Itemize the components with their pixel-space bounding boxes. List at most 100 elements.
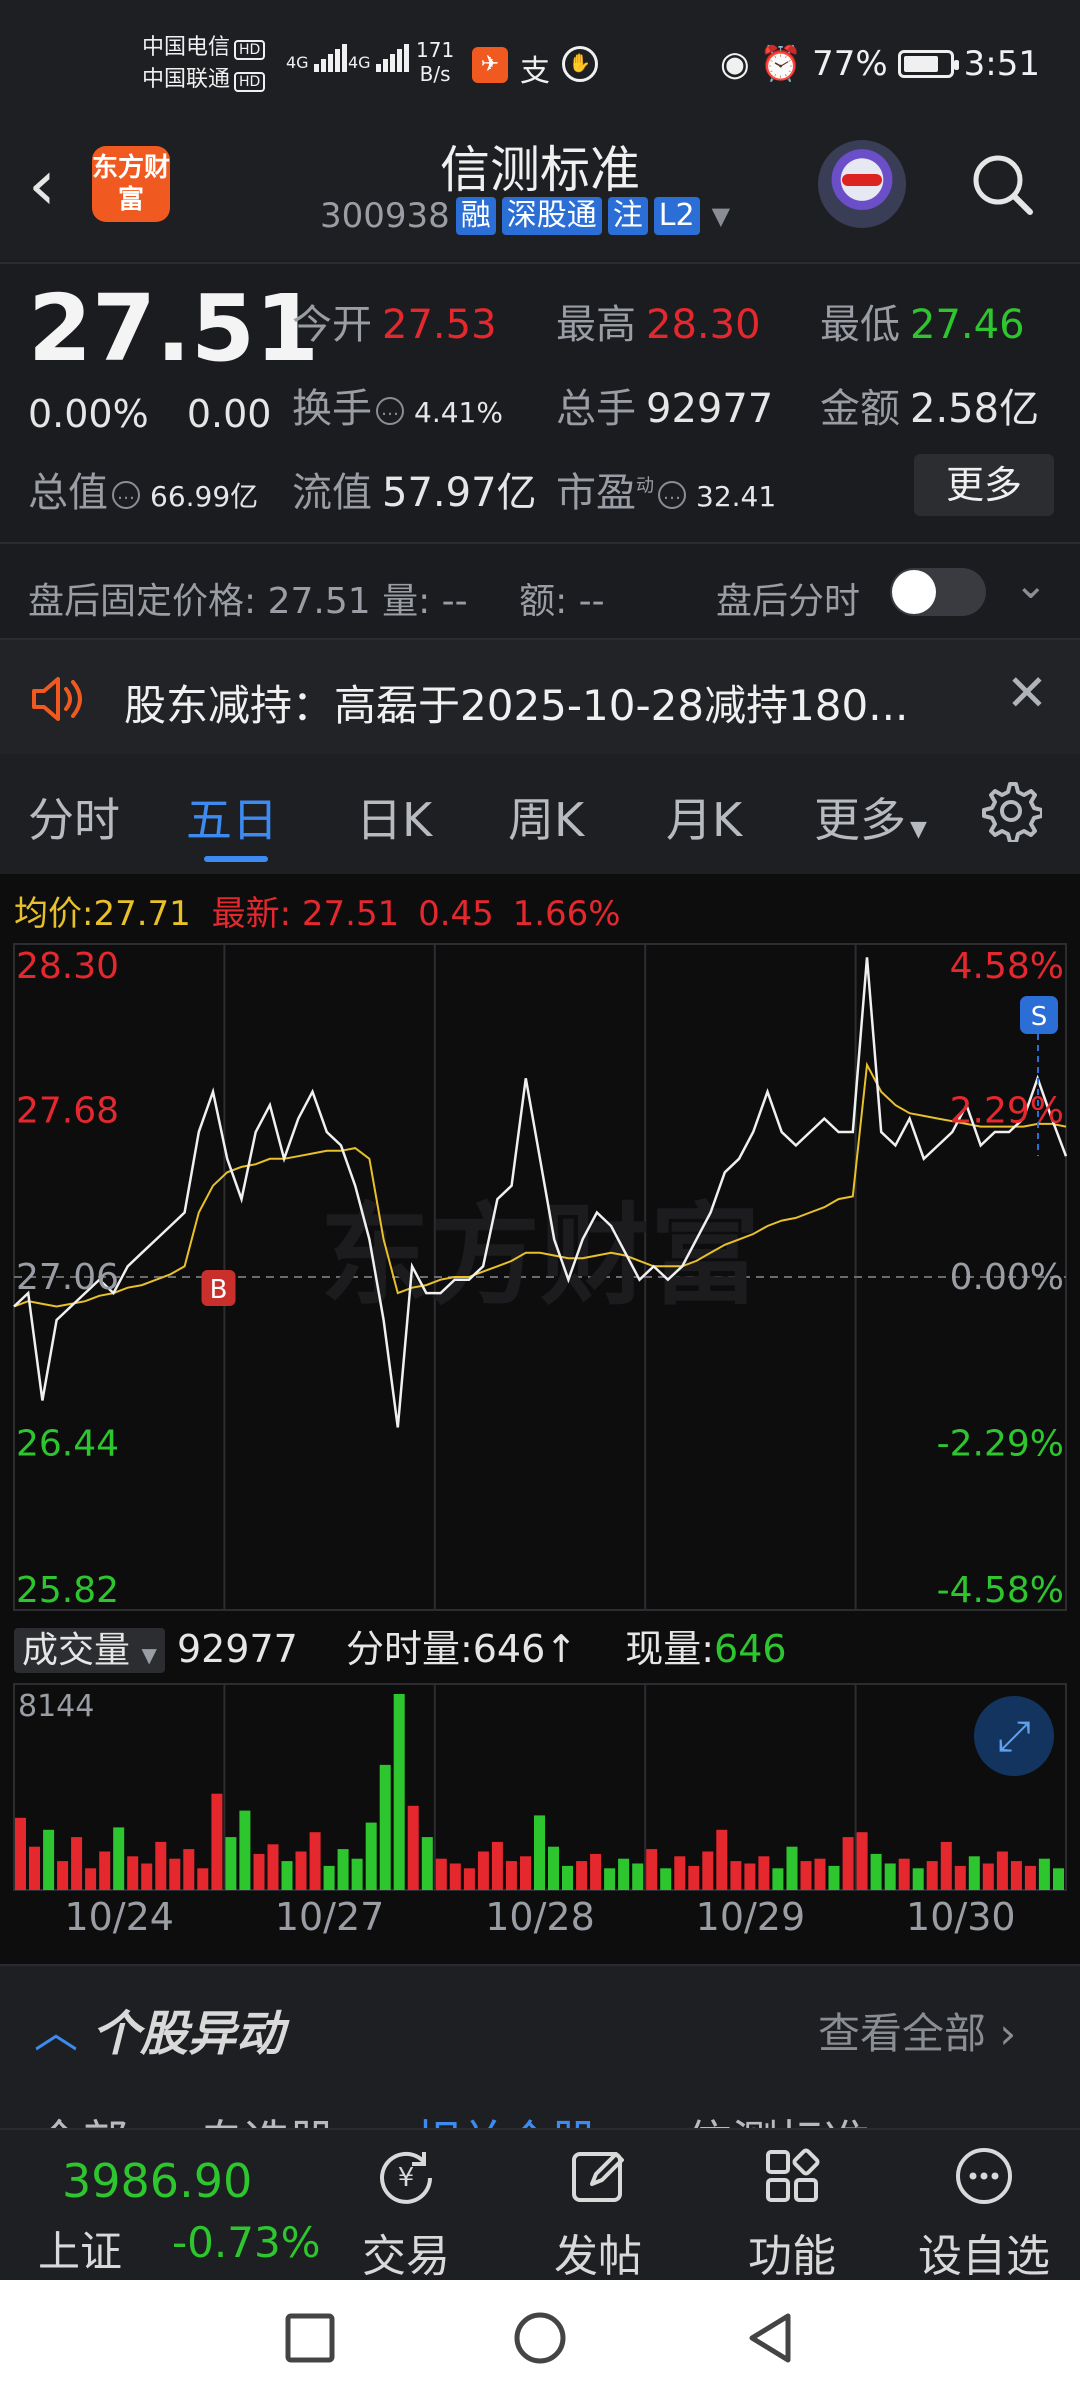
volume-bar <box>169 1858 181 1890</box>
index-change[interactable]: -0.73% <box>172 2218 321 2267</box>
tab-monthly-k[interactable]: 月K <box>666 784 742 850</box>
signal-icon: 4G <box>286 44 349 72</box>
volume-bar <box>197 1868 209 1890</box>
nav-trade[interactable]: ¥ 交易 <box>336 2144 476 2284</box>
info-icon[interactable]: … <box>376 397 404 425</box>
buy-marker-label: B <box>210 1275 228 1305</box>
volume-bar <box>996 1851 1008 1890</box>
index-value[interactable]: 3986.90 <box>62 2154 252 2208</box>
status-right: ◉ ⏰ 77% 3:51 <box>720 44 1040 84</box>
volume-total: 92977 <box>176 1627 298 1671</box>
edit-icon <box>572 2152 624 2202</box>
volume-bar <box>688 1865 700 1890</box>
stock-meta[interactable]: 300938 融 深股通 注 L2 ▼ <box>320 196 730 236</box>
y-axis-label-right: -4.58% <box>937 1570 1064 1611</box>
speaker-icon <box>32 677 82 721</box>
chart-period-tabs: 分时 五日 日K 周K 月K 更多 ▼ <box>0 754 1080 874</box>
volume-bar <box>954 1865 966 1890</box>
volume-bar <box>127 1856 139 1890</box>
tab-more[interactable]: 更多 ▼ <box>814 784 927 850</box>
volume-bar <box>926 1861 938 1890</box>
nav-add-watchlist[interactable]: 设自选 <box>914 2144 1054 2284</box>
volume-bar <box>435 1858 447 1890</box>
info-icon[interactable]: … <box>658 481 686 509</box>
movers-subtabs: 全部 自选股 相关个股 信测标准 <box>0 2076 1080 2128</box>
carrier-info: 中国电信 HD 中国联通 HD <box>142 32 266 96</box>
nav-functions[interactable]: 功能 <box>722 2144 862 2284</box>
tab-five-day[interactable]: 五日 <box>186 784 278 850</box>
y-axis-label-right: 0.00% <box>950 1257 1064 1298</box>
volume-bar <box>155 1841 167 1890</box>
tag-connect: 深股通 <box>501 197 602 235</box>
stock-movers-header[interactable]: ︿ 个股异动 查看全部 › <box>0 1964 1080 2076</box>
volume-bar <box>421 1837 433 1890</box>
volume-bar <box>772 1868 784 1890</box>
volume-bar <box>758 1856 770 1890</box>
tab-daily-k[interactable]: 日K <box>356 784 432 850</box>
hand-icon: ✋ <box>562 46 598 82</box>
view-all-link[interactable]: 查看全部 › <box>818 2000 1016 2061</box>
announcement-bar[interactable]: 股东减持：高磊于2025-10-28减持180... ✕ <box>0 638 1080 754</box>
volume-bar <box>744 1863 756 1890</box>
expand-icon[interactable]: ⤢ <box>974 1696 1054 1776</box>
carrier-2: 中国联通 <box>142 67 231 92</box>
volume-bar <box>281 1861 293 1890</box>
volume-bar <box>113 1827 125 1890</box>
more-button[interactable]: 更多 <box>914 454 1054 516</box>
tag-l2: L2 <box>653 197 700 235</box>
tab-intraday[interactable]: 分时 <box>28 784 120 850</box>
volume-selector[interactable]: 成交量 ▼ <box>14 1628 165 1673</box>
x-axis-label: 10/29 <box>696 1895 806 1939</box>
movers-title: 个股异动 <box>92 2006 285 2062</box>
volume-bar <box>491 1841 503 1890</box>
after-hours-toggle-label: 盘后分时 <box>716 581 861 622</box>
index-name[interactable]: 上证 <box>38 2218 122 2279</box>
subtab-watchlist[interactable]: 自选股 <box>198 2106 336 2128</box>
signal-icon: 4G <box>348 44 411 72</box>
active-tab-indicator <box>204 856 268 862</box>
tab-weekly-k[interactable]: 周K <box>508 784 584 850</box>
nav-post[interactable]: 发帖 <box>528 2144 668 2284</box>
volume-bar <box>562 1865 573 1890</box>
gear-icon[interactable] <box>980 780 1042 842</box>
sell-marker-label: S <box>1031 1002 1048 1032</box>
subtab-all[interactable]: 全部 <box>36 2106 128 2128</box>
volume-bar <box>239 1810 251 1890</box>
volume-max-label: 8144 <box>18 1689 94 1724</box>
volume-bar <box>337 1849 349 1890</box>
volume-bar <box>183 1849 195 1890</box>
volume-bar <box>71 1837 83 1890</box>
volume-bar <box>141 1863 153 1890</box>
volume-bar <box>393 1694 405 1890</box>
volume-bar <box>295 1851 307 1890</box>
volume-bar <box>309 1832 321 1890</box>
volume-bar <box>534 1815 545 1890</box>
ai-assistant-avatar[interactable] <box>818 140 906 228</box>
yen-refresh-icon: ¥ <box>380 2151 432 2204</box>
chevron-up-icon[interactable]: ︿ <box>34 1996 78 2060</box>
eye-icon: ◉ <box>720 44 750 84</box>
volume-bar <box>365 1822 377 1890</box>
info-icon[interactable]: … <box>112 481 140 509</box>
back-icon[interactable] <box>742 2310 798 2366</box>
after-hours-toggle[interactable] <box>890 568 986 616</box>
volume-bar <box>814 1858 826 1890</box>
close-icon[interactable]: ✕ <box>1006 664 1048 722</box>
chevron-down-icon[interactable]: ⌄ <box>1014 562 1048 608</box>
subtab-related[interactable]: 相关个股 <box>414 2106 598 2128</box>
home-icon[interactable] <box>512 2310 568 2366</box>
search-icon[interactable] <box>968 150 1036 218</box>
turnover-field: 换手… 4.41% <box>292 386 503 432</box>
volume-legend: 成交量 ▼ 92977 分时量:646↑ 现量:646 <box>14 1618 787 1673</box>
volume-bar <box>702 1851 714 1890</box>
volume-bar <box>646 1849 658 1890</box>
recent-apps-icon[interactable] <box>284 2312 336 2364</box>
amount-field: 金额 2.58亿 <box>820 386 1040 432</box>
after-hours-bar: 盘后固定价格: 27.51 量: -- 额: -- 盘后分时 ⌄ <box>0 542 1080 638</box>
subtab-stock[interactable]: 信测标准 <box>686 2106 870 2128</box>
volume-bar <box>85 1868 97 1890</box>
battery-percent: 77% <box>812 44 888 84</box>
five-day-chart[interactable]: 东方财富 28.30 4.58% 27.68 2.29% 27.06 0.00% 26.44 -… <box>0 874 1080 1964</box>
volume-bar <box>225 1837 237 1890</box>
volume-bar <box>870 1853 882 1890</box>
